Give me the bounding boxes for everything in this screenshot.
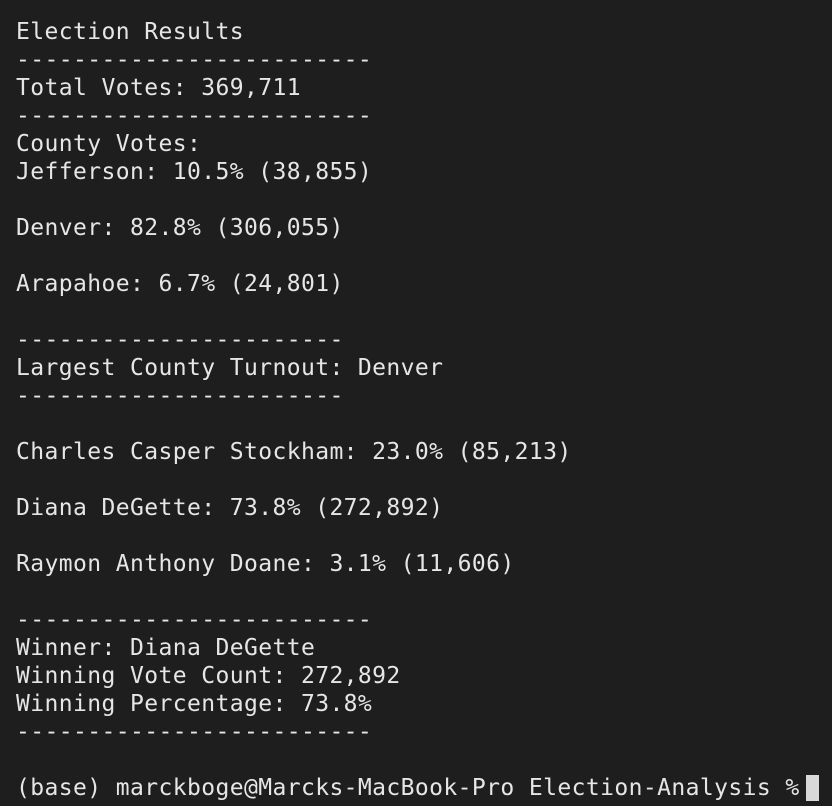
output-winner: Winner: Diana DeGette: [16, 635, 316, 661]
output-candidate-doane: Raymon Anthony Doane: 3.1% (11,606): [16, 551, 515, 577]
output-county-votes-header: County Votes:: [16, 131, 202, 157]
output-county-denver: Denver: 82.8% (306,055): [16, 215, 344, 241]
output-separator: -------------------------: [16, 607, 373, 633]
output-winning-vote-count: Winning Vote Count: 272,892: [16, 663, 401, 689]
cursor-block: [805, 775, 819, 801]
command-prompt[interactable]: (base) marckboge@Marcks-MacBook-Pro Elec…: [16, 774, 819, 802]
output-total-votes: Total Votes: 369,711: [16, 75, 301, 101]
output-county-jefferson: Jefferson: 10.5% (38,855): [16, 159, 373, 185]
output-title: Election Results: [16, 19, 244, 45]
output-separator: -----------------------: [16, 383, 344, 409]
output-separator: -------------------------: [16, 103, 373, 129]
terminal-window[interactable]: Election Results -----------------------…: [0, 0, 832, 806]
output-separator: -----------------------: [16, 327, 344, 353]
output-candidate-stockham: Charles Casper Stockham: 23.0% (85,213): [16, 439, 572, 465]
prompt-text: (base) marckboge@Marcks-MacBook-Pro Elec…: [16, 775, 800, 801]
output-separator: -------------------------: [16, 47, 373, 73]
output-separator: -------------------------: [16, 719, 373, 745]
output-county-arapahoe: Arapahoe: 6.7% (24,801): [16, 271, 344, 297]
output-largest-county: Largest County Turnout: Denver: [16, 355, 444, 381]
output-winning-percentage: Winning Percentage: 73.8%: [16, 691, 373, 717]
output-candidate-degette: Diana DeGette: 73.8% (272,892): [16, 495, 444, 521]
